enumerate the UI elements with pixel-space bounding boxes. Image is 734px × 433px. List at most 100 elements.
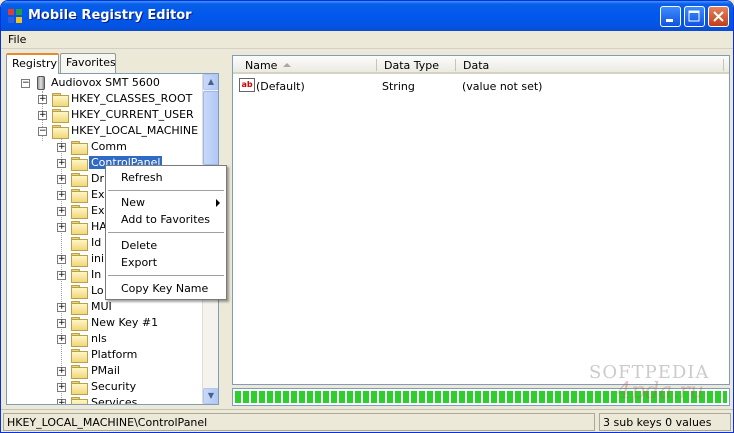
scroll-down-button[interactable]: ▼ bbox=[203, 388, 218, 404]
folder-icon bbox=[71, 269, 88, 283]
column-header-name[interactable]: Name bbox=[245, 59, 277, 72]
tree-label: nls bbox=[91, 332, 107, 345]
close-button[interactable] bbox=[708, 6, 729, 27]
value-name: (Default) bbox=[256, 80, 305, 93]
expand-icon[interactable]: + bbox=[57, 335, 66, 344]
column-header-type[interactable]: Data Type bbox=[384, 59, 439, 72]
tree-label: PMail bbox=[91, 364, 120, 377]
tree-label: Platform bbox=[91, 348, 138, 361]
expand-icon[interactable]: + bbox=[57, 367, 66, 376]
tree-node-hklm[interactable]: − HKEY_LOCAL_MACHINE bbox=[7, 123, 203, 139]
status-path: HKEY_LOCAL_MACHINE\ControlPanel bbox=[3, 413, 595, 431]
expand-icon[interactable]: + bbox=[57, 303, 66, 312]
tree-node-hkcr[interactable]: + HKEY_CLASSES_ROOT bbox=[7, 91, 203, 107]
expand-icon[interactable]: + bbox=[57, 271, 66, 280]
sort-ascending-icon bbox=[283, 63, 291, 67]
folder-icon bbox=[71, 173, 88, 187]
menu-item-export[interactable]: Export bbox=[106, 254, 226, 271]
tree-node-hkcu[interactable]: + HKEY_CURRENT_USER bbox=[7, 107, 203, 123]
string-value-icon: ab bbox=[239, 78, 255, 92]
tree-node[interactable]: + Services bbox=[7, 395, 203, 404]
expand-icon[interactable]: + bbox=[57, 319, 66, 328]
values-list[interactable]: Name Data Type Data ab (Default) String … bbox=[232, 55, 730, 385]
folder-icon bbox=[71, 237, 88, 251]
tree-node[interactable]: + nls bbox=[7, 331, 203, 347]
menu-bar: File bbox=[1, 31, 733, 49]
folder-icon bbox=[71, 349, 88, 363]
expand-icon[interactable]: + bbox=[57, 255, 66, 264]
tree-node[interactable]: + MUI bbox=[7, 299, 203, 315]
folder-icon bbox=[52, 109, 69, 123]
column-headers: Name Data Type Data bbox=[233, 56, 729, 74]
tree-label: Comm bbox=[91, 140, 127, 153]
tree-label: Id bbox=[91, 236, 102, 249]
folder-icon bbox=[71, 221, 88, 235]
tree-label: Ex bbox=[91, 204, 105, 217]
tree-node[interactable]: Platform bbox=[7, 347, 203, 363]
maximize-button[interactable] bbox=[684, 6, 705, 27]
tab-registry[interactable]: Registry bbox=[6, 53, 59, 74]
tree-label: Lo bbox=[91, 284, 104, 297]
menu-item-new-label: New bbox=[121, 196, 145, 209]
tree-node[interactable]: + Comm bbox=[7, 139, 203, 155]
tree-label: MUI bbox=[91, 300, 112, 313]
context-menu: Refresh New Add to Favorites Delete Expo… bbox=[105, 165, 227, 300]
status-summary: 3 sub keys 0 values bbox=[599, 413, 731, 431]
expand-icon[interactable]: + bbox=[38, 95, 47, 104]
folder-icon bbox=[71, 253, 88, 267]
tree-label: Dr bbox=[91, 172, 104, 185]
value-type: String bbox=[382, 80, 415, 93]
folder-open-icon bbox=[71, 157, 88, 171]
menu-separator bbox=[108, 275, 224, 276]
tree-label: Security bbox=[91, 380, 137, 393]
column-divider[interactable] bbox=[455, 59, 456, 71]
tree-node[interactable]: + Security bbox=[7, 379, 203, 395]
menu-item-add-favorites[interactable]: Add to Favorites bbox=[106, 211, 226, 228]
column-divider[interactable] bbox=[723, 59, 724, 71]
menu-item-copy-key-name[interactable]: Copy Key Name bbox=[106, 280, 226, 297]
tree-label: New Key #1 bbox=[91, 316, 159, 329]
device-icon bbox=[37, 76, 45, 90]
tab-favorites[interactable]: Favorites bbox=[60, 53, 116, 73]
scroll-thumb[interactable] bbox=[203, 91, 218, 165]
window-title: Mobile Registry Editor bbox=[28, 8, 192, 23]
folder-icon bbox=[71, 365, 88, 379]
app-window: Mobile Registry Editor File Registry Fav… bbox=[0, 0, 734, 433]
expand-icon[interactable]: + bbox=[57, 175, 66, 184]
tree-node-root[interactable]: − Audiovox SMT 5600 bbox=[7, 75, 203, 91]
expand-icon[interactable]: + bbox=[57, 191, 66, 200]
expand-icon[interactable]: + bbox=[57, 399, 66, 404]
folder-icon bbox=[71, 205, 88, 219]
expand-icon[interactable]: + bbox=[57, 223, 66, 232]
column-header-data[interactable]: Data bbox=[463, 59, 489, 72]
column-divider[interactable] bbox=[376, 59, 377, 71]
tree-label: In bbox=[91, 268, 102, 281]
tree-node[interactable]: + PMail bbox=[7, 363, 203, 379]
menu-item-delete[interactable]: Delete bbox=[106, 237, 226, 254]
expand-icon[interactable]: + bbox=[57, 159, 66, 168]
folder-icon bbox=[71, 285, 88, 299]
tree-label: HKEY_LOCAL_MACHINE bbox=[71, 124, 199, 137]
menu-file[interactable]: File bbox=[8, 33, 26, 46]
tree-label: Ex bbox=[91, 188, 105, 201]
tree-label: HKEY_CURRENT_USER bbox=[71, 108, 194, 121]
folder-icon bbox=[71, 301, 88, 315]
expand-icon[interactable]: + bbox=[57, 143, 66, 152]
collapse-icon[interactable]: − bbox=[21, 79, 30, 88]
menu-item-refresh[interactable]: Refresh bbox=[106, 169, 226, 186]
menu-item-new[interactable]: New bbox=[106, 194, 226, 211]
expand-icon[interactable]: + bbox=[57, 207, 66, 216]
collapse-icon[interactable]: − bbox=[38, 127, 47, 136]
folder-icon bbox=[71, 141, 88, 155]
scroll-up-button[interactable]: ▲ bbox=[203, 74, 218, 90]
expand-icon[interactable]: + bbox=[38, 111, 47, 120]
expand-icon[interactable]: + bbox=[57, 383, 66, 392]
tree-label: HKEY_CLASSES_ROOT bbox=[71, 92, 193, 105]
app-icon bbox=[8, 9, 22, 23]
tree-node[interactable]: + New Key #1 bbox=[7, 315, 203, 331]
folder-icon bbox=[71, 317, 88, 331]
title-bar[interactable]: Mobile Registry Editor bbox=[1, 1, 733, 31]
folder-icon bbox=[52, 93, 69, 107]
tree-label: ini bbox=[91, 252, 105, 265]
minimize-button[interactable] bbox=[660, 6, 681, 27]
